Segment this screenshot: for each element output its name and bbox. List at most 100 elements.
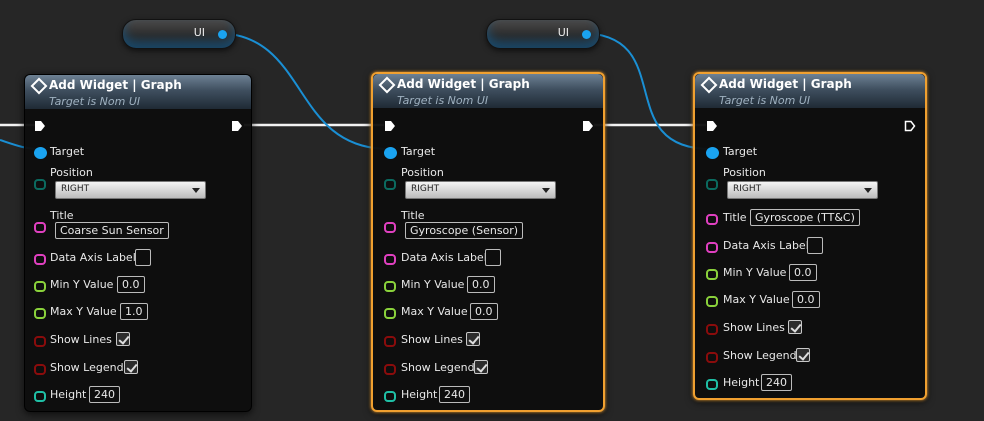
position-pin[interactable] — [706, 179, 718, 190]
position-dropdown[interactable]: RIGHT — [55, 181, 206, 199]
data-axis-label-label: Data Axis Label — [401, 251, 487, 264]
max-y-pin[interactable] — [34, 308, 46, 319]
title-input[interactable]: Coarse Sun Sensor — [55, 222, 169, 239]
min-y-label: Min Y Value — [401, 278, 465, 291]
min-y-input[interactable]: 0.0 — [789, 264, 817, 281]
max-y-input[interactable]: 0.0 — [470, 303, 498, 320]
add-widget-graph-node[interactable]: Add Widget | Graph Target is Nom UI Targ… — [693, 72, 927, 400]
show-lines-pin[interactable] — [384, 336, 396, 347]
title-label: Title — [50, 209, 74, 222]
ui-variable-node[interactable]: UI — [122, 19, 236, 49]
min-y-pin[interactable] — [384, 281, 396, 292]
node-header[interactable]: Add Widget | Graph Target is Nom UI — [25, 75, 251, 109]
min-y-input[interactable]: 0.0 — [117, 276, 145, 293]
node-subtitle: Target is Nom UI — [719, 94, 811, 107]
function-icon — [30, 77, 48, 95]
show-legend-label: Show Legend — [401, 361, 475, 374]
height-input[interactable]: 240 — [439, 386, 470, 403]
title-input[interactable]: Gyroscope (TT&C) — [750, 209, 860, 226]
title-pin[interactable] — [34, 222, 46, 233]
show-lines-checkbox[interactable] — [116, 332, 130, 346]
title-pin[interactable] — [706, 214, 718, 225]
show-legend-checkbox[interactable] — [796, 348, 810, 362]
min-y-label: Min Y Value — [723, 266, 787, 279]
height-label: Height — [401, 388, 438, 401]
exec-out-pin[interactable] — [582, 120, 594, 132]
max-y-input[interactable]: 0.0 — [792, 291, 820, 308]
data-axis-label-input[interactable] — [807, 237, 823, 254]
node-subtitle: Target is Nom UI — [49, 95, 141, 108]
target-pin[interactable] — [706, 147, 719, 159]
show-lines-label: Show Lines — [401, 333, 463, 346]
position-label: Position — [723, 166, 766, 179]
height-label: Height — [50, 388, 87, 401]
ui-variable-label: UI — [557, 26, 569, 39]
show-legend-pin[interactable] — [384, 364, 396, 375]
position-label: Position — [50, 166, 93, 179]
max-y-pin[interactable] — [384, 308, 396, 319]
ui-output-pin[interactable] — [582, 30, 591, 39]
ui-output-pin[interactable] — [218, 30, 227, 39]
target-pin[interactable] — [34, 147, 47, 159]
show-lines-pin[interactable] — [34, 336, 46, 347]
show-lines-checkbox[interactable] — [788, 320, 802, 334]
exec-out-pin[interactable] — [904, 120, 916, 132]
data-axis-label-pin[interactable] — [34, 254, 46, 265]
show-legend-pin[interactable] — [34, 364, 46, 375]
show-lines-pin[interactable] — [706, 324, 718, 335]
height-pin[interactable] — [34, 391, 46, 402]
data-axis-label-input[interactable] — [485, 249, 501, 266]
show-legend-checkbox[interactable] — [124, 360, 138, 374]
title-pin[interactable] — [384, 222, 396, 233]
max-y-input[interactable]: 1.0 — [120, 303, 148, 320]
show-legend-pin[interactable] — [706, 352, 718, 363]
min-y-pin[interactable] — [706, 269, 718, 280]
exec-out-pin[interactable] — [231, 120, 243, 132]
node-title: Add Widget | Graph — [719, 77, 852, 91]
chevron-down-icon — [542, 188, 550, 193]
data-axis-label-pin[interactable] — [706, 242, 718, 253]
node-header[interactable]: Add Widget | Graph Target is Nom UI — [695, 74, 925, 108]
max-y-pin[interactable] — [706, 296, 718, 307]
function-icon — [378, 76, 396, 94]
position-pin[interactable] — [384, 179, 396, 190]
position-value: RIGHT — [733, 184, 762, 194]
title-input[interactable]: Gyroscope (Sensor) — [405, 222, 524, 239]
max-y-label: Max Y Value — [401, 305, 468, 318]
show-legend-checkbox[interactable] — [474, 360, 488, 374]
height-pin[interactable] — [706, 379, 718, 390]
data-axis-label-pin[interactable] — [384, 254, 396, 265]
node-header[interactable]: Add Widget | Graph Target is Nom UI — [373, 74, 603, 108]
position-value: RIGHT — [411, 184, 440, 194]
ui-variable-label: UI — [193, 26, 205, 39]
position-value: RIGHT — [61, 184, 90, 194]
add-widget-graph-node[interactable]: Add Widget | Graph Target is Nom UI Targ… — [371, 72, 605, 412]
data-axis-label-label: Data Axis Label — [723, 239, 809, 252]
ui-variable-node[interactable]: UI — [486, 19, 600, 49]
max-y-label: Max Y Value — [723, 293, 790, 306]
add-widget-graph-node[interactable]: Add Widget | Graph Target is Nom UI Targ… — [24, 74, 252, 412]
data-axis-label-input[interactable] — [135, 249, 151, 266]
height-label: Height — [723, 376, 760, 389]
min-y-pin[interactable] — [34, 281, 46, 292]
min-y-input[interactable]: 0.0 — [467, 276, 495, 293]
show-lines-label: Show Lines — [50, 333, 112, 346]
target-pin[interactable] — [384, 147, 397, 159]
height-input[interactable]: 240 — [89, 386, 120, 403]
exec-in-pin[interactable] — [34, 120, 46, 132]
position-dropdown[interactable]: RIGHT — [405, 181, 556, 199]
position-dropdown[interactable]: RIGHT — [727, 181, 878, 199]
height-pin[interactable] — [384, 391, 396, 402]
target-label: Target — [50, 145, 85, 158]
position-pin[interactable] — [34, 179, 46, 190]
target-label: Target — [723, 145, 758, 158]
height-input[interactable]: 240 — [761, 374, 792, 391]
position-label: Position — [401, 166, 444, 179]
exec-in-pin[interactable] — [384, 120, 396, 132]
node-title: Add Widget | Graph — [397, 77, 530, 91]
chevron-down-icon — [192, 188, 200, 193]
show-lines-checkbox[interactable] — [466, 332, 480, 346]
exec-in-pin[interactable] — [706, 120, 718, 132]
show-legend-label: Show Legend — [723, 349, 797, 362]
node-title: Add Widget | Graph — [49, 78, 182, 92]
